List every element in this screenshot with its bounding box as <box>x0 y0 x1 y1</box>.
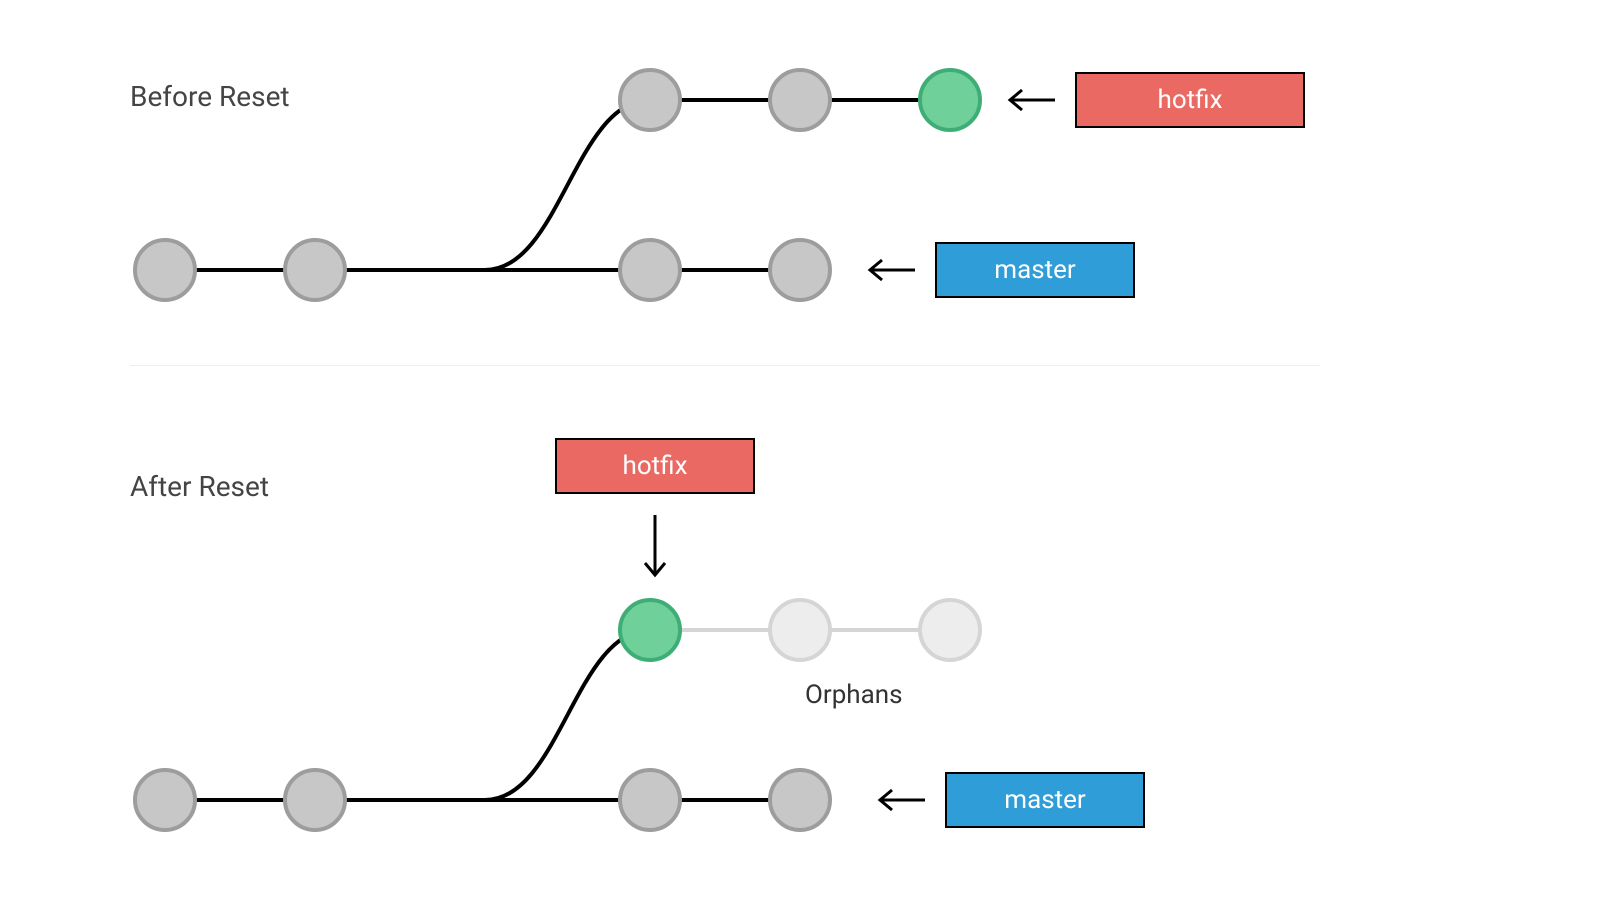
commit-hotfix-before-head <box>920 70 980 130</box>
commit-master-after-3 <box>770 770 830 830</box>
commit-master-after-1 <box>285 770 345 830</box>
arrow-master-before <box>870 260 915 280</box>
git-reset-diagram: Before Reset After Reset hotfix master h… <box>0 0 1600 900</box>
commit-master-after-0 <box>135 770 195 830</box>
commit-hotfix-after-head <box>620 600 680 660</box>
commit-master-before-0 <box>135 240 195 300</box>
commit-orphan-0 <box>770 600 830 660</box>
arrow-hotfix-after <box>645 515 665 575</box>
commit-master-after-2 <box>620 770 680 830</box>
commit-master-before-1 <box>285 240 345 300</box>
edge-fork-after <box>485 630 650 800</box>
diagram-canvas <box>0 0 1600 900</box>
arrow-hotfix-before <box>1010 90 1055 110</box>
arrow-master-after <box>880 790 925 810</box>
commit-hotfix-before-1 <box>770 70 830 130</box>
commit-orphan-1 <box>920 600 980 660</box>
commit-hotfix-before-0 <box>620 70 680 130</box>
edge-fork-before <box>485 100 650 270</box>
commit-master-before-2 <box>620 240 680 300</box>
commit-master-before-3 <box>770 240 830 300</box>
